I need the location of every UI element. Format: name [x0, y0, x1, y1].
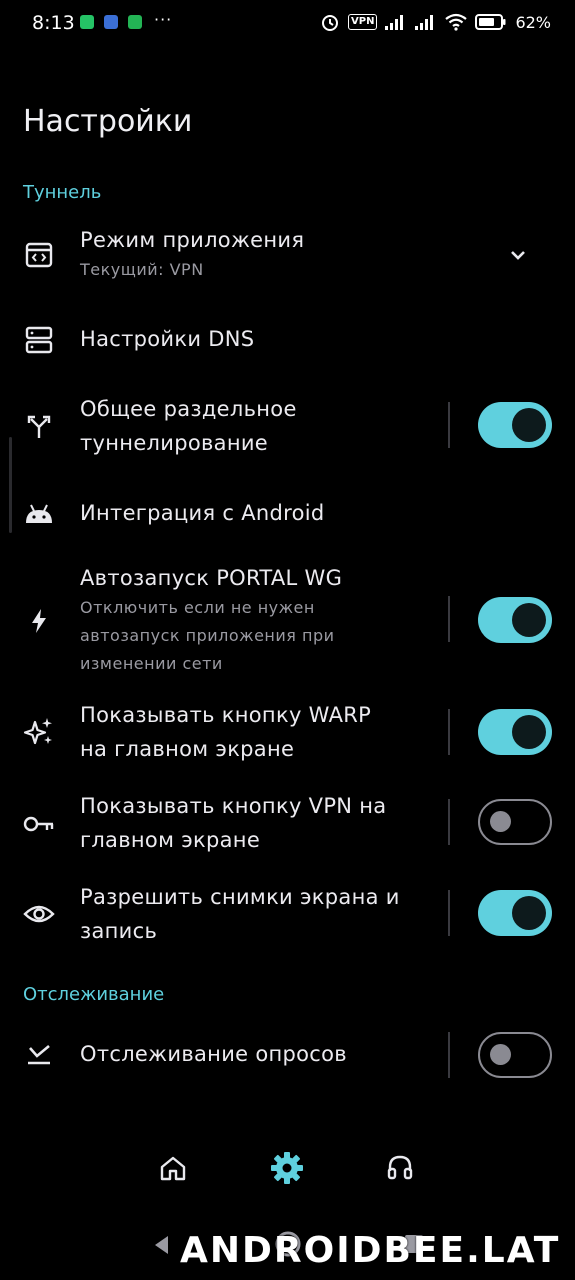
tracking-check-icon: [22, 1038, 56, 1072]
split-arrows-icon: [22, 409, 56, 443]
divider: [448, 890, 450, 936]
setting-autostart[interactable]: Автозапуск PORTAL WG Отключить если не н…: [0, 560, 575, 680]
warp-button-toggle[interactable]: [478, 709, 552, 755]
alarm-icon: [322, 15, 338, 31]
setting-title: Настройки DNS: [80, 327, 255, 351]
watermark: ANDROIDBEE.LAT: [180, 1230, 561, 1271]
nav-support-headset-icon[interactable]: [380, 1148, 420, 1188]
sparkles-icon: [22, 715, 56, 749]
chevron-down-icon[interactable]: [505, 242, 531, 268]
status-time: 8:13: [32, 12, 75, 34]
page-title: Настройки: [23, 104, 193, 139]
toggle-knob: [512, 408, 546, 442]
setting-dns[interactable]: Настройки DNS: [0, 320, 575, 360]
whatsapp-icon: [80, 15, 94, 29]
eye-icon: [22, 897, 56, 931]
lightning-bolt-icon: [22, 604, 56, 638]
setting-title-line2: запись: [80, 919, 158, 943]
divider: [448, 799, 450, 845]
setting-subtitle: Текущий: VPN: [80, 260, 204, 279]
toggle-knob: [512, 896, 546, 930]
setting-title: Разрешить снимки экрана и: [80, 885, 400, 909]
nav-settings-gear-icon[interactable]: [267, 1148, 307, 1188]
more-notifications-icon: ···: [154, 9, 173, 29]
setting-title: Общее раздельное: [80, 397, 297, 421]
divider: [448, 709, 450, 755]
toggle-knob: [490, 1044, 511, 1065]
setting-subtitle: Отключить если не нужен: [80, 598, 315, 617]
wifi-icon: [445, 13, 468, 31]
dns-server-icon: [22, 323, 56, 357]
setting-screenshots[interactable]: Разрешить снимки экрана и запись: [0, 879, 575, 951]
screenshots-toggle[interactable]: [478, 890, 552, 936]
divider: [448, 402, 450, 448]
split-tunnel-toggle[interactable]: [478, 402, 552, 448]
setting-title: Режим приложения: [80, 228, 305, 252]
toggle-knob: [512, 715, 546, 749]
bottom-navigation: [0, 1140, 575, 1196]
setting-subtitle-line2: автозапуск приложения при: [80, 626, 335, 645]
toggle-knob: [490, 811, 511, 832]
setting-app-mode[interactable]: Режим приложения Текущий: VPN: [0, 222, 575, 292]
setting-title-line2: туннелирование: [80, 431, 269, 455]
divider: [448, 596, 450, 642]
vpn-status-icon: VPN: [348, 14, 378, 30]
app-notification-icon: [128, 15, 142, 29]
signal-icon: [415, 15, 434, 30]
setting-warp-button[interactable]: Показывать кнопку WARP на главном экране: [0, 697, 575, 769]
autostart-toggle[interactable]: [478, 597, 552, 643]
setting-title: Показывать кнопку VPN на: [80, 794, 387, 818]
key-icon: [22, 807, 56, 841]
setting-title: Автозапуск PORTAL WG: [80, 566, 343, 590]
back-icon[interactable]: [152, 1234, 172, 1256]
battery-percent: 62%: [515, 12, 551, 32]
settings-screen: 8:13 ··· VPN 62% Настройки Туннель Режим…: [0, 0, 575, 1280]
poll-tracking-toggle[interactable]: [478, 1032, 552, 1078]
setting-title-line2: главном экране: [80, 828, 261, 852]
section-header-tracking: Отслеживание: [23, 984, 165, 1005]
setting-poll-tracking[interactable]: Отслеживание опросов: [0, 1030, 575, 1080]
divider: [448, 1032, 450, 1078]
setting-vpn-button[interactable]: Показывать кнопку VPN на главном экране: [0, 788, 575, 860]
battery-icon: [475, 14, 506, 30]
android-icon: [22, 497, 56, 531]
app-window-code-icon: [22, 238, 56, 272]
signal-icon: [385, 15, 404, 30]
setting-title: Отслеживание опросов: [80, 1042, 347, 1066]
vpn-button-toggle[interactable]: [478, 799, 552, 845]
nav-home-icon[interactable]: [153, 1148, 193, 1188]
app-notification-icon: [104, 15, 118, 29]
toggle-knob: [512, 603, 546, 637]
setting-android-integration[interactable]: Интеграция с Android: [0, 494, 575, 534]
section-header-tunnel: Туннель: [23, 182, 102, 203]
setting-subtitle-line3: изменении сети: [80, 654, 223, 673]
setting-split-tunnel[interactable]: Общее раздельное туннелирование: [0, 390, 575, 462]
setting-title: Показывать кнопку WARP: [80, 703, 372, 727]
status-bar: 8:13 ··· VPN 62%: [0, 0, 575, 48]
setting-title: Интеграция с Android: [80, 501, 325, 525]
setting-title-line2: на главном экране: [80, 737, 295, 761]
